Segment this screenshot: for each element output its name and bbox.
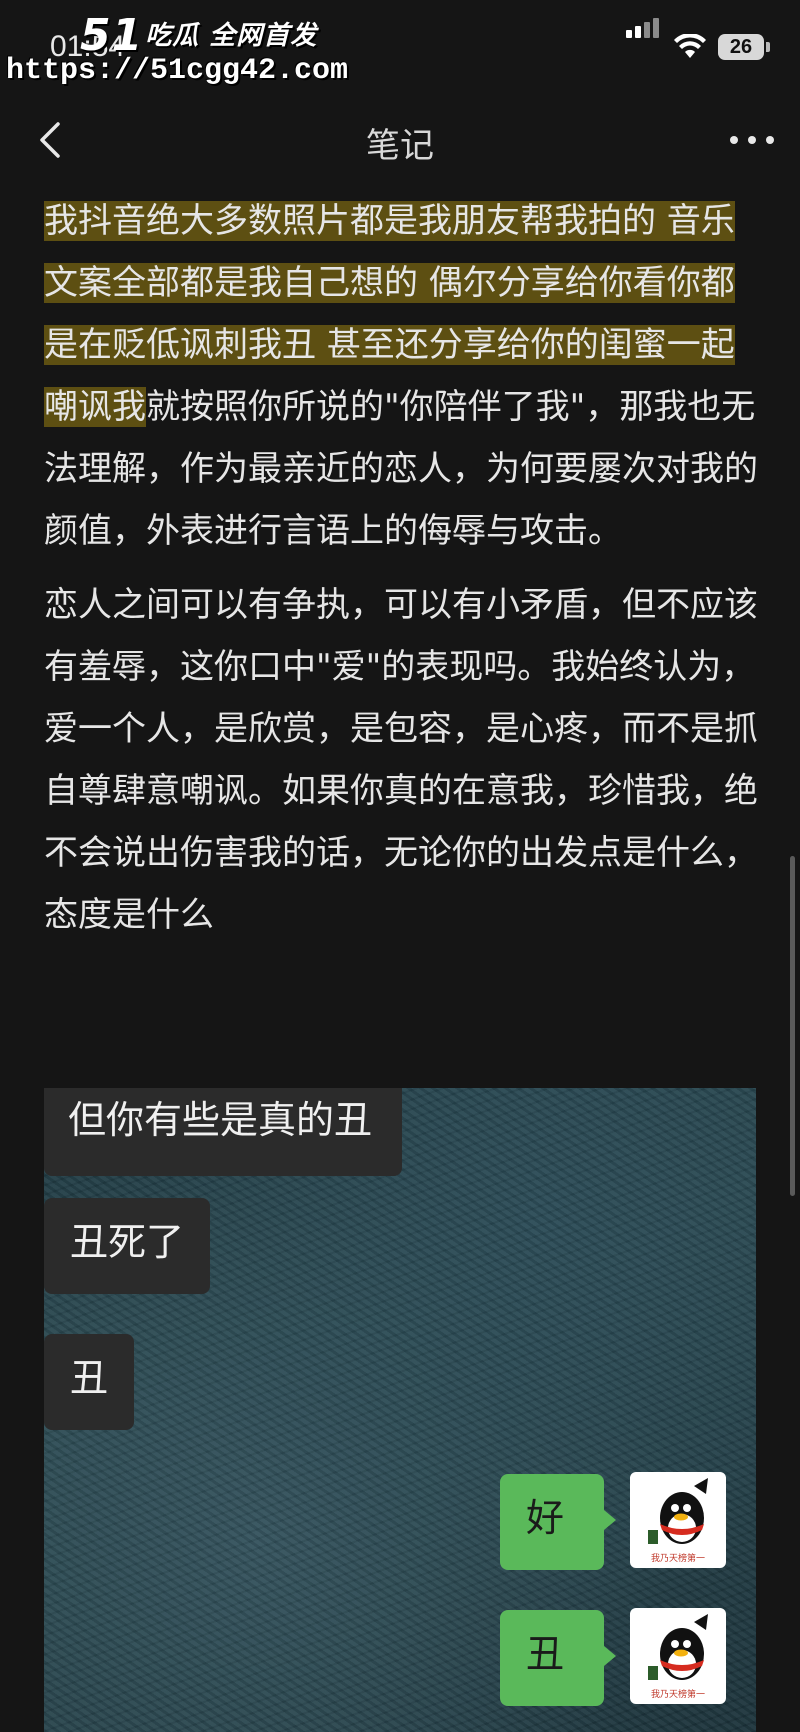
avatar-caption: 我乃天榜第一 xyxy=(650,1690,705,1700)
note-paragraph-1-rest: 就按照你所说的"你陪伴了我"，那我也无法理解，作为最亲近的恋人，为何要屡次对我的… xyxy=(44,387,758,551)
battery-nub xyxy=(766,42,770,52)
status-bar: 01:54 51吃瓜 全网首发 https://51cgg42.com 26 xyxy=(0,0,800,90)
more-dots-icon xyxy=(730,136,738,144)
more-button[interactable] xyxy=(728,128,778,152)
chat-message-out: 好 xyxy=(500,1474,616,1570)
avatar: 我乃天榜第一 xyxy=(630,1472,726,1568)
chat-message-in: 丑 xyxy=(44,1334,135,1430)
note-paragraph-1: 我抖音绝大多数照片都是我朋友帮我拍的 音乐文案全部都是我自己想的 偶尔分享给你看… xyxy=(44,190,764,562)
watermark-logo-text: 吃瓜 全网首发 xyxy=(145,21,318,51)
chat-message-in: 但你有些是真的丑 xyxy=(44,1088,403,1176)
chat-message-in: 丑死了 xyxy=(44,1198,211,1294)
note-paragraph-2: 恋人之间可以有争执，可以有小矛盾，但不应该有羞辱，这你口中"爱"的表现吗。我始终… xyxy=(44,585,758,935)
watermark-url: https://51cgg42.com xyxy=(6,54,349,88)
avatar: 我乃天榜第一 xyxy=(630,1608,726,1704)
note-content: 我抖音绝大多数照片都是我朋友帮我拍的 音乐文案全部都是我自己想的 偶尔分享给你看… xyxy=(44,190,764,958)
chat-screenshot-image: 但你有些是真的丑 丑死了 丑 好 我乃天榜第一 丑 我乃天榜第一 xyxy=(44,1088,756,1732)
avatar-caption: 我乃天榜第一 xyxy=(650,1554,705,1564)
nav-bar: 笔记 xyxy=(0,100,800,180)
chat-message-out: 丑 xyxy=(500,1610,616,1706)
battery-icon: 26 xyxy=(718,34,764,60)
wifi-icon xyxy=(674,34,706,58)
scrollbar-thumb[interactable] xyxy=(790,856,795,1196)
page-title: 笔记 xyxy=(366,126,434,166)
